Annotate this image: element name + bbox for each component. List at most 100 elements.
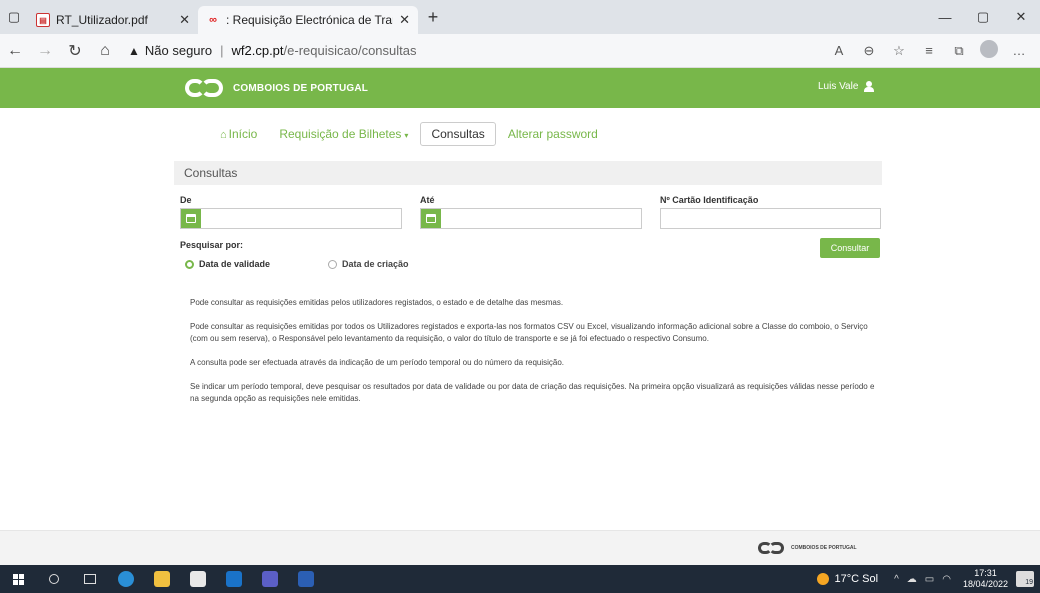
nav-inicio[interactable]: ⌂ Início: [210, 123, 267, 145]
edge-app[interactable]: [108, 565, 144, 593]
word-icon: [298, 571, 314, 587]
date-text: 18/04/2022: [962, 579, 1008, 589]
tab-requisicao[interactable]: ∞ : Requisição Electrónica de Trans ✕: [198, 6, 418, 34]
url-separator: |: [220, 43, 224, 58]
cloud-icon[interactable]: ☁: [907, 574, 917, 585]
to-date-input[interactable]: [420, 208, 642, 229]
from-date-input[interactable]: [180, 208, 402, 229]
cp-logo-mark-icon: [758, 541, 786, 555]
cp-logo[interactable]: COMBOIOS DE PORTUGAL: [185, 77, 368, 99]
collections-icon[interactable]: ⧉: [944, 43, 974, 59]
sun-icon: [816, 573, 829, 585]
footer-logo: COMBOIOS DE PORTUGAL: [758, 541, 857, 555]
refresh-icon[interactable]: ↻: [60, 36, 90, 66]
consultar-button[interactable]: Consultar: [820, 238, 880, 258]
notification-icon[interactable]: 19: [1016, 571, 1034, 587]
task-view-icon: [84, 574, 96, 584]
teams-app[interactable]: [252, 565, 288, 593]
cp-logo-icon: ∞: [209, 14, 217, 26]
windows-icon: [12, 573, 24, 585]
more-icon[interactable]: …: [1004, 43, 1034, 58]
to-label: Até: [420, 195, 435, 205]
url-host: wf2.cp.pt: [231, 43, 284, 58]
profile-icon[interactable]: [974, 40, 1004, 61]
time-text: 17:31: [974, 568, 997, 578]
from-label: De: [180, 195, 192, 205]
nav-label: Consultas: [431, 127, 485, 141]
nav-label: Alterar password: [507, 127, 598, 141]
info-paragraph: Pode consultar as requisições emitidas p…: [190, 298, 564, 307]
file-explorer-app[interactable]: [144, 565, 180, 593]
nav-consultas[interactable]: Consultas: [420, 122, 496, 146]
battery-icon[interactable]: ▭: [925, 574, 934, 585]
footer-brand: COMBOIOS DE PORTUGAL: [791, 545, 857, 551]
nav-label: Início: [228, 127, 258, 141]
close-icon[interactable]: ✕: [179, 12, 190, 28]
radio-unselected-icon: [328, 259, 337, 269]
taskbar: 17°C Sol ^ ☁ ▭ ◠ 17:31 18/04/2022 19: [0, 565, 1040, 593]
address-bar: ← → ↻ ⌂ ▲ Não seguro | wf2.cp.pt/e-requi…: [0, 34, 1040, 68]
maximize-icon[interactable]: ▢: [964, 0, 1002, 34]
site-footer: COMBOIOS DE PORTUGAL: [0, 530, 1040, 565]
tab-title: : Requisição Electrónica de Trans: [226, 13, 394, 27]
nav-requisicao-bilhetes[interactable]: Requisição de Bilhetes ▾: [269, 123, 418, 145]
outlook-icon: [226, 571, 242, 587]
chevron-up-icon[interactable]: ^: [894, 574, 899, 585]
favorites-list-icon[interactable]: ≡: [914, 43, 944, 58]
close-window-icon[interactable]: ✕: [1002, 0, 1040, 34]
nav-alterar-password[interactable]: Alterar password: [498, 123, 608, 145]
teams-icon: [262, 571, 278, 587]
radio-validity-date[interactable]: Data de validade: [185, 259, 270, 269]
pdf-icon: ▤: [36, 13, 50, 27]
back-icon[interactable]: ←: [0, 36, 30, 66]
caret-down-icon: ▾: [404, 131, 409, 140]
clock[interactable]: 17:31 18/04/2022: [963, 568, 1008, 590]
radio-label: Data de validade: [199, 259, 271, 269]
nav-label: Requisição de Bilhetes: [279, 127, 402, 141]
site-header: COMBOIOS DE PORTUGAL Luis Vale: [0, 68, 1040, 108]
close-icon[interactable]: ✕: [399, 12, 410, 28]
brand-name: COMBOIOS DE PORTUGAL: [233, 82, 369, 94]
browser-toolbar: A ⊖ ☆ ≡ ⧉ …: [824, 40, 1034, 61]
info-paragraph: A consulta pode ser efectuada através da…: [190, 358, 565, 367]
search-button[interactable]: [36, 565, 72, 593]
zoom-icon[interactable]: ⊖: [854, 43, 884, 59]
user-name: Luis Vale: [818, 81, 859, 92]
calendar-icon[interactable]: [421, 209, 441, 228]
url-field[interactable]: ▲ Não seguro | wf2.cp.pt/e-requisicao/co…: [128, 43, 824, 58]
tab-title: RT_Utilizador.pdf: [56, 13, 148, 27]
weather-text[interactable]: 17°C Sol: [835, 573, 879, 585]
home-icon: ⌂: [220, 129, 227, 141]
search-icon: [49, 574, 59, 584]
edge-icon: [118, 571, 134, 587]
id-card-input[interactable]: [660, 208, 881, 229]
start-button[interactable]: [0, 565, 36, 593]
mail-icon: [190, 571, 206, 587]
tab-actions-icon[interactable]: ▢: [0, 0, 28, 34]
browser-tab-bar: ▢ ▤ RT_Utilizador.pdf ✕ ∞ : Requisição E…: [0, 0, 1040, 34]
search-by-label: Pesquisar por:: [180, 240, 244, 250]
forward-icon[interactable]: →: [30, 36, 60, 66]
notification-count: 19: [1025, 579, 1033, 586]
mail-app[interactable]: [180, 565, 216, 593]
tab-pdf[interactable]: ▤ RT_Utilizador.pdf ✕: [28, 6, 198, 34]
user-menu[interactable]: Luis Vale: [818, 81, 875, 92]
id-card-label: Nº Cartão Identificação: [660, 195, 759, 205]
minimize-icon[interactable]: —: [926, 0, 964, 34]
url-path: /e-requisicao/consultas: [283, 43, 417, 58]
favorite-icon[interactable]: ☆: [884, 43, 914, 59]
new-tab-button[interactable]: +: [418, 7, 448, 28]
section-title: Consultas: [174, 161, 882, 185]
radio-creation-date[interactable]: Data de criação: [328, 259, 409, 269]
read-aloud-icon[interactable]: A: [824, 43, 854, 58]
info-paragraph: Pode consultar as requisições emitidas p…: [190, 322, 868, 343]
system-tray: 17°C Sol ^ ☁ ▭ ◠ 17:31 18/04/2022 19: [816, 565, 1040, 593]
security-label: Não seguro: [144, 43, 213, 58]
info-paragraph: Se indicar um período temporal, deve pes…: [190, 382, 875, 403]
wifi-icon[interactable]: ◠: [942, 574, 951, 585]
outlook-app[interactable]: [216, 565, 252, 593]
calendar-icon[interactable]: [181, 209, 201, 228]
home-button-icon[interactable]: ⌂: [90, 36, 120, 66]
task-view-button[interactable]: [72, 565, 108, 593]
word-app[interactable]: [288, 565, 324, 593]
